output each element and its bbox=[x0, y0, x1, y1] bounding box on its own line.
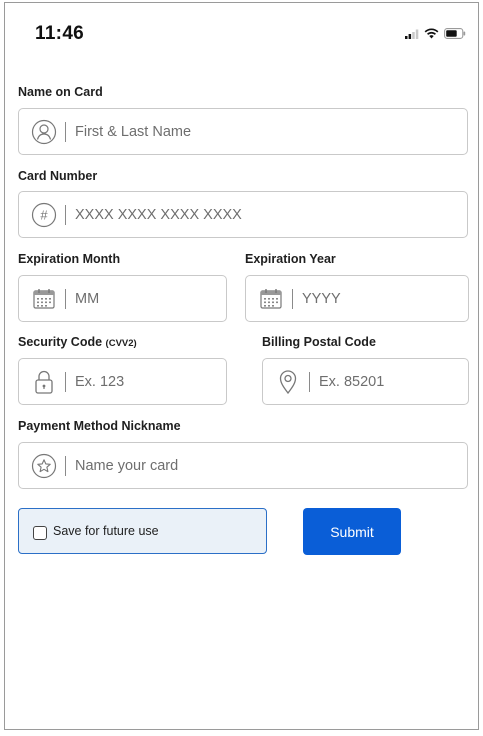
security-code-input[interactable] bbox=[75, 373, 226, 390]
nickname-field[interactable] bbox=[18, 442, 468, 489]
star-circle-icon bbox=[31, 453, 57, 479]
field-divider bbox=[292, 288, 293, 309]
security-code-label-suffix: (CVV2) bbox=[105, 338, 137, 349]
field-divider bbox=[65, 371, 66, 392]
wifi-icon bbox=[424, 26, 439, 44]
expiration-month-label: Expiration Month bbox=[18, 252, 121, 266]
field-divider bbox=[65, 288, 66, 309]
expiration-year-label: Expiration Year bbox=[245, 252, 336, 266]
card-number-input[interactable] bbox=[75, 206, 467, 223]
field-divider bbox=[65, 204, 66, 225]
expiration-month-field[interactable] bbox=[18, 275, 227, 322]
name-on-card-input[interactable] bbox=[75, 123, 467, 140]
save-for-future-checkbox[interactable] bbox=[33, 526, 47, 540]
card-number-label: Card Number bbox=[18, 169, 98, 183]
save-for-future-label: Save for future use bbox=[53, 524, 159, 538]
expiration-year-input[interactable] bbox=[302, 290, 468, 307]
security-code-field[interactable] bbox=[18, 358, 227, 405]
field-divider bbox=[309, 371, 310, 392]
cellular-signal-icon bbox=[405, 26, 419, 44]
field-divider bbox=[65, 121, 66, 142]
name-on-card-field[interactable] bbox=[18, 108, 468, 155]
status-bar: 11:46 bbox=[5, 3, 478, 63]
name-on-card-label: Name on Card bbox=[18, 85, 103, 99]
billing-postal-code-label: Billing Postal Code bbox=[262, 335, 376, 349]
calendar-icon bbox=[31, 286, 57, 312]
card-number-field[interactable]: # bbox=[18, 191, 468, 238]
nickname-input[interactable] bbox=[75, 457, 467, 474]
save-for-future-toggle[interactable]: Save for future use bbox=[18, 508, 267, 554]
battery-icon bbox=[444, 26, 466, 44]
user-circle-icon bbox=[31, 119, 57, 145]
status-time: 11:46 bbox=[35, 23, 85, 44]
billing-postal-code-input[interactable] bbox=[319, 373, 468, 390]
submit-button[interactable]: Submit bbox=[303, 508, 401, 555]
billing-postal-code-field[interactable] bbox=[262, 358, 469, 405]
hash-circle-icon: # bbox=[31, 202, 57, 228]
svg-text:#: # bbox=[40, 207, 48, 222]
location-pin-icon bbox=[275, 369, 301, 395]
lock-icon bbox=[31, 369, 57, 395]
nickname-label: Payment Method Nickname bbox=[18, 419, 181, 433]
phone-frame: 11:46 Name on Card First & Last Name Car… bbox=[4, 2, 479, 730]
expiration-month-input[interactable] bbox=[75, 290, 226, 307]
calendar-icon bbox=[258, 286, 284, 312]
security-code-label-text: Security Code bbox=[18, 335, 103, 349]
expiration-year-field[interactable] bbox=[245, 275, 469, 322]
security-code-label: Security Code (CVV2) bbox=[18, 335, 137, 349]
field-divider bbox=[65, 455, 66, 476]
status-icons bbox=[405, 26, 466, 44]
